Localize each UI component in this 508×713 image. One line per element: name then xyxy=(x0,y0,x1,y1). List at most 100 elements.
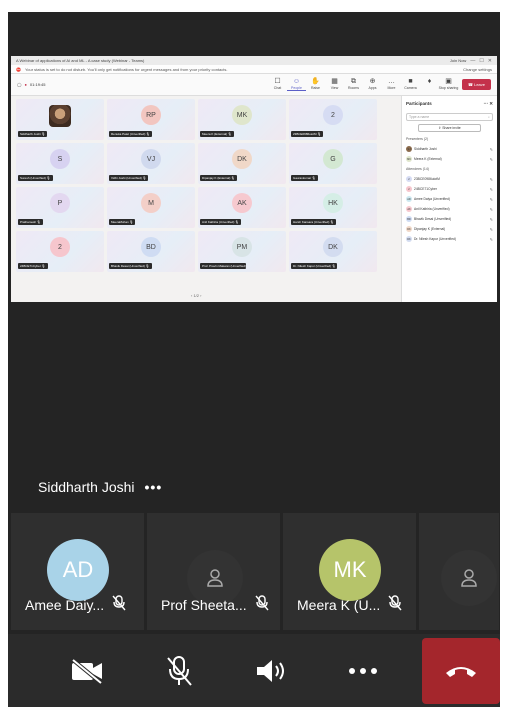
tile-name: Vidhi Joshi (Unverified) 🎙 xyxy=(109,175,149,181)
participants-strip: AD Amee Daiy... Prof Sheeta... MK Meera K (U… xyxy=(11,513,500,630)
participant-row: AD Amee Daiya (Unverified) ✎ xyxy=(406,194,493,204)
participant-card[interactable]: Prof Sheeta... xyxy=(147,513,280,630)
participant-name: Dipanjay K (External) xyxy=(414,227,446,231)
status-banner: ⛔ Your status is set to do not disturb. … xyxy=(11,65,497,74)
avatar: DK xyxy=(406,226,412,232)
hand-icon: ✋ xyxy=(311,78,320,85)
avatar: BD xyxy=(141,237,161,257)
participant-card-label: Amee Daiy... xyxy=(25,596,105,613)
panel-more-icon: ⋯ ✕ xyxy=(483,101,493,106)
participant-row: AK Anil Kathiria (Unverified) ✎ xyxy=(406,204,493,214)
tile-name: Renuka Patel (Unverified) 🎙 xyxy=(109,131,152,137)
presenter-more-button[interactable]: ••• xyxy=(145,479,163,495)
more-icon: … xyxy=(388,78,395,85)
avatar: MK xyxy=(406,156,412,162)
camera-icon: ■ xyxy=(408,78,413,85)
tile-name: Harsh Kansara (Unverified) 🎙 xyxy=(291,219,336,225)
participant-row: 2 24BCE71Cyber ✎ xyxy=(406,184,493,194)
status-banner-text: Your status is set to do not disturb. Yo… xyxy=(24,66,228,72)
mic-off-icon: ✎ xyxy=(489,186,493,192)
mic-off-icon: ✎ xyxy=(489,216,493,222)
mic-off-icon: ✎ xyxy=(489,156,493,162)
video-tile: BD Bhavik Desai (Unverified) 🎙 xyxy=(107,231,195,272)
share-icon: ▣ xyxy=(445,78,452,85)
video-tile: DK Dipanjay K (External) 🎙 xyxy=(198,143,286,184)
participant-card[interactable] xyxy=(419,513,499,630)
toolbar-view-button: ▦ View xyxy=(325,78,344,91)
video-tile: G Gauravkumar 🎙 xyxy=(289,143,377,184)
participant-search: Type a name ⌕ xyxy=(406,113,493,121)
toolbar-label: View xyxy=(330,86,339,90)
video-tile: PM Prof. Pravin Makwan (Unverified) 🎙 xyxy=(198,231,286,272)
people-icon: ☺ xyxy=(292,78,301,85)
more-options-button[interactable] xyxy=(326,641,400,701)
shared-screen: A Webinar of applications of AI and ML -… xyxy=(11,56,497,302)
toolbar-label: Rooms xyxy=(347,86,360,90)
avatar: 2 xyxy=(406,186,412,192)
more-icon xyxy=(349,667,377,674)
participant-row: DK Dipanjay K (External) ✎ xyxy=(406,224,493,234)
participants-title: Participants xyxy=(406,101,432,106)
video-tile: MK Meera K (External) 🎙 xyxy=(198,99,286,140)
avatar: MK xyxy=(319,539,381,601)
toolbar-people-button: ☺ People xyxy=(287,78,306,91)
hang-up-button[interactable] xyxy=(422,637,500,704)
avatar: DK xyxy=(232,149,252,169)
video-tile: VJ Vidhi Joshi (Unverified) 🎙 xyxy=(107,143,195,184)
video-tile: Siddharth Joshi 🎙 xyxy=(16,99,104,140)
participant-card-label: Meera K (U... xyxy=(297,596,381,613)
shared-title-bar: A Webinar of applications of AI and ML -… xyxy=(11,56,497,65)
chat-icon: ☐ xyxy=(274,78,281,85)
presenters-header: Presenters (2) xyxy=(406,137,429,141)
participant-row: DK Dr. Nilesh Kapur (Unverified) ✎ xyxy=(406,234,493,244)
grid-pager: ‹ 1/2 › xyxy=(191,293,202,298)
mic-off-icon xyxy=(112,595,126,614)
participant-row: MK Meera K (External) ✎ xyxy=(406,154,493,164)
avatar: 2 xyxy=(406,176,412,182)
participant-name: Bhavik Desai (Unverified) xyxy=(414,217,452,221)
share-invite-icon: ⇪ xyxy=(438,126,442,130)
maximize-icon: ☐ xyxy=(479,57,484,64)
tile-name: Prof. Pravin Makwan (Unverified) 🎙 xyxy=(200,263,246,269)
join-badge: Join Now xyxy=(449,58,467,63)
participant-card[interactable]: MK Meera K (U... xyxy=(283,513,416,630)
presenter-caption: Siddharth Joshi ••• xyxy=(38,479,162,495)
shield-icon: ◯ xyxy=(17,82,22,87)
speaker-icon xyxy=(257,659,284,682)
presenters-list: SJ Siddharth Joshi ✎ MK Meera K (External) ✎ xyxy=(406,144,493,164)
leave-button: ☎ Leave xyxy=(462,79,491,90)
tile-name: Dr. Nilesh Kapur (Unverified) 🎙 xyxy=(291,263,337,269)
mic-off-icon: ✎ xyxy=(489,196,493,202)
camera-toggle-button[interactable] xyxy=(50,641,124,701)
participant-card[interactable]: AD Amee Daiy... xyxy=(11,513,144,630)
recording-dot-icon: ● xyxy=(24,82,27,87)
participant-row: 2 23BCE0986uiotM ✎ xyxy=(406,174,493,184)
participant-name: 23BCE0986uiotM xyxy=(414,177,440,181)
toolbar-label: Chat xyxy=(273,86,282,90)
participants-panel-header: Participants ⋯ ✕ xyxy=(406,101,493,107)
participant-card-name: Meera K (U... xyxy=(297,595,402,614)
participant-card-label: Prof Sheeta... xyxy=(161,596,247,613)
tile-name: MeeraMohan 🎙 xyxy=(109,219,136,225)
call-controls xyxy=(8,634,500,707)
speaker-button[interactable] xyxy=(234,641,308,701)
video-tile: AK Anil Kathiria (Unverified) 🎙 xyxy=(198,187,286,228)
mic-off-icon xyxy=(388,595,402,614)
avatar: M xyxy=(141,193,161,213)
video-tile: M MeeraMohan 🎙 xyxy=(107,187,195,228)
participant-name: Meera K (External) xyxy=(414,157,442,161)
view-icon: ▦ xyxy=(331,78,338,85)
avatar: DK xyxy=(406,236,412,242)
avatar: VJ xyxy=(141,149,161,169)
toolbar-chat-button: ☐ Chat xyxy=(268,78,287,91)
tile-name: Prathamesh 🎙 xyxy=(18,219,43,225)
video-tile: DK Dr. Nilesh Kapur (Unverified) 🎙 xyxy=(289,231,377,272)
participant-name: Dr. Nilesh Kapur (Unverified) xyxy=(414,237,456,241)
shared-content: Siddharth Joshi 🎙 RP Renuka Patel (Unverif… xyxy=(11,96,497,302)
avatar: S xyxy=(50,149,70,169)
mic-off-icon xyxy=(167,655,192,686)
mic-toggle-button[interactable] xyxy=(142,641,216,701)
avatar: DK xyxy=(323,237,343,257)
participants-panel: Participants ⋯ ✕ Type a name ⌕ ⇪ Share i… xyxy=(401,96,497,302)
avatar: 2 xyxy=(323,105,343,125)
